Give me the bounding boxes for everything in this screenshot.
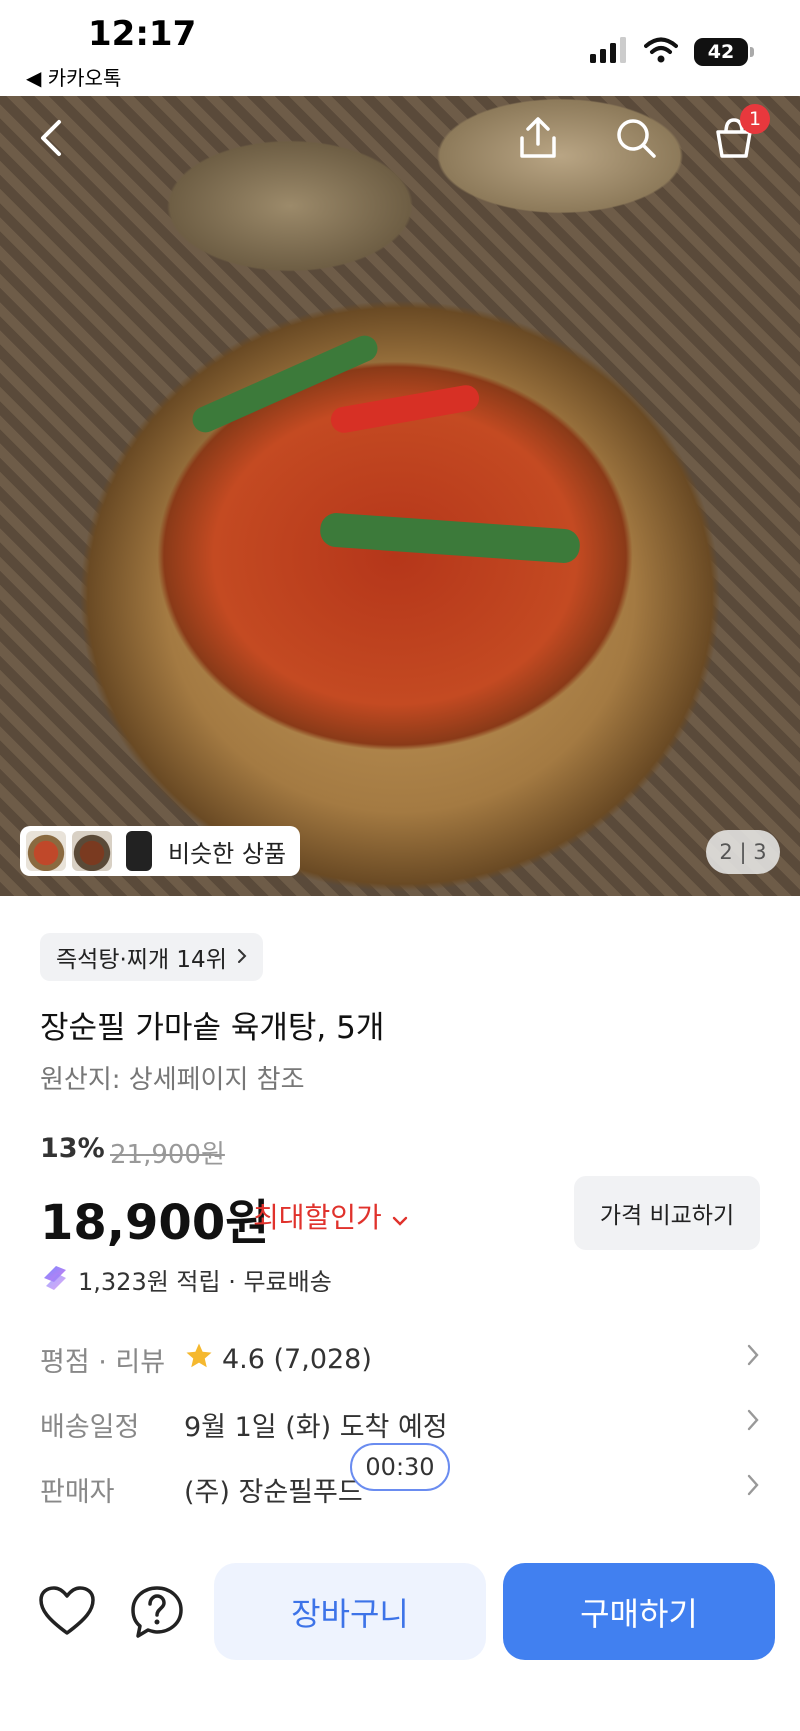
- seller-label: 판매자: [40, 1476, 115, 1508]
- max-discount-label: 최대할인가: [253, 1201, 382, 1234]
- discount-rate: 13%: [40, 1133, 105, 1164]
- status-icons: 42: [590, 36, 754, 68]
- product-origin: 원산지: 상세페이지 참조: [40, 1065, 305, 1095]
- points-shipping-info: 1,323원 적립 · 무료배송: [40, 1262, 332, 1297]
- delivery-label: 배송일정: [40, 1411, 140, 1443]
- similar-thumb-3: [126, 831, 152, 871]
- chevron-right-icon: [746, 1408, 760, 1436]
- seller-value: (주) 장순필푸드: [184, 1476, 363, 1508]
- similar-thumb-2: [72, 831, 112, 871]
- buy-now-button[interactable]: 구매하기: [503, 1563, 775, 1660]
- points-icon: [40, 1264, 70, 1296]
- original-price: 21,900원: [110, 1140, 225, 1170]
- back-to-app-link[interactable]: ◀ 카카오톡: [26, 62, 121, 91]
- question-icon[interactable]: [130, 1585, 184, 1643]
- chevron-right-icon: [237, 944, 247, 970]
- similar-products-label: 비슷한 상품: [168, 839, 287, 868]
- wishlist-heart-icon[interactable]: [38, 1585, 96, 1641]
- cart-count-badge: 1: [740, 104, 770, 134]
- points-text: 1,323원 적립 · 무료배송: [78, 1268, 332, 1296]
- chevron-right-icon: [746, 1473, 760, 1501]
- image-page-indicator: 2 | 3: [706, 830, 780, 874]
- rating-review-row[interactable]: 평점 · 리뷰 4.6 (7,028): [40, 1333, 760, 1385]
- timer-badge: 00:30: [350, 1443, 450, 1491]
- chevron-right-icon: [746, 1343, 760, 1371]
- price-compare-button[interactable]: 가격 비교하기: [574, 1176, 760, 1250]
- battery-icon: 42: [694, 38, 754, 66]
- sale-price: 18,900원: [40, 1195, 270, 1251]
- rating-label: 평점 · 리뷰: [40, 1346, 166, 1378]
- search-icon[interactable]: [610, 112, 662, 164]
- add-to-cart-button[interactable]: 장바구니: [214, 1563, 486, 1660]
- category-rank-label: 즉석탕·찌개 14위: [56, 947, 227, 973]
- back-button[interactable]: [26, 112, 78, 164]
- signal-icon: [590, 37, 628, 67]
- delivery-value: 9월 1일 (화) 도착 예정: [184, 1411, 448, 1443]
- similar-products-button[interactable]: 비슷한 상품: [20, 826, 300, 876]
- rating-value: 4.6 (7,028): [222, 1343, 372, 1375]
- chevron-down-icon: [392, 1200, 408, 1233]
- share-icon[interactable]: [512, 112, 564, 164]
- similar-thumb-1: [26, 831, 66, 871]
- category-rank-chip[interactable]: 즉석탕·찌개 14위: [40, 933, 263, 981]
- max-discount-toggle[interactable]: 최대할인가: [253, 1196, 408, 1236]
- wifi-icon: [644, 37, 678, 67]
- product-image[interactable]: [0, 96, 800, 896]
- status-time: 12:17: [88, 14, 197, 54]
- star-icon: [184, 1341, 214, 1378]
- product-title: 장순필 가마솥 육개탕, 5개: [40, 1010, 385, 1046]
- status-bar: 12:17 ◀ 카카오톡 42: [0, 0, 800, 96]
